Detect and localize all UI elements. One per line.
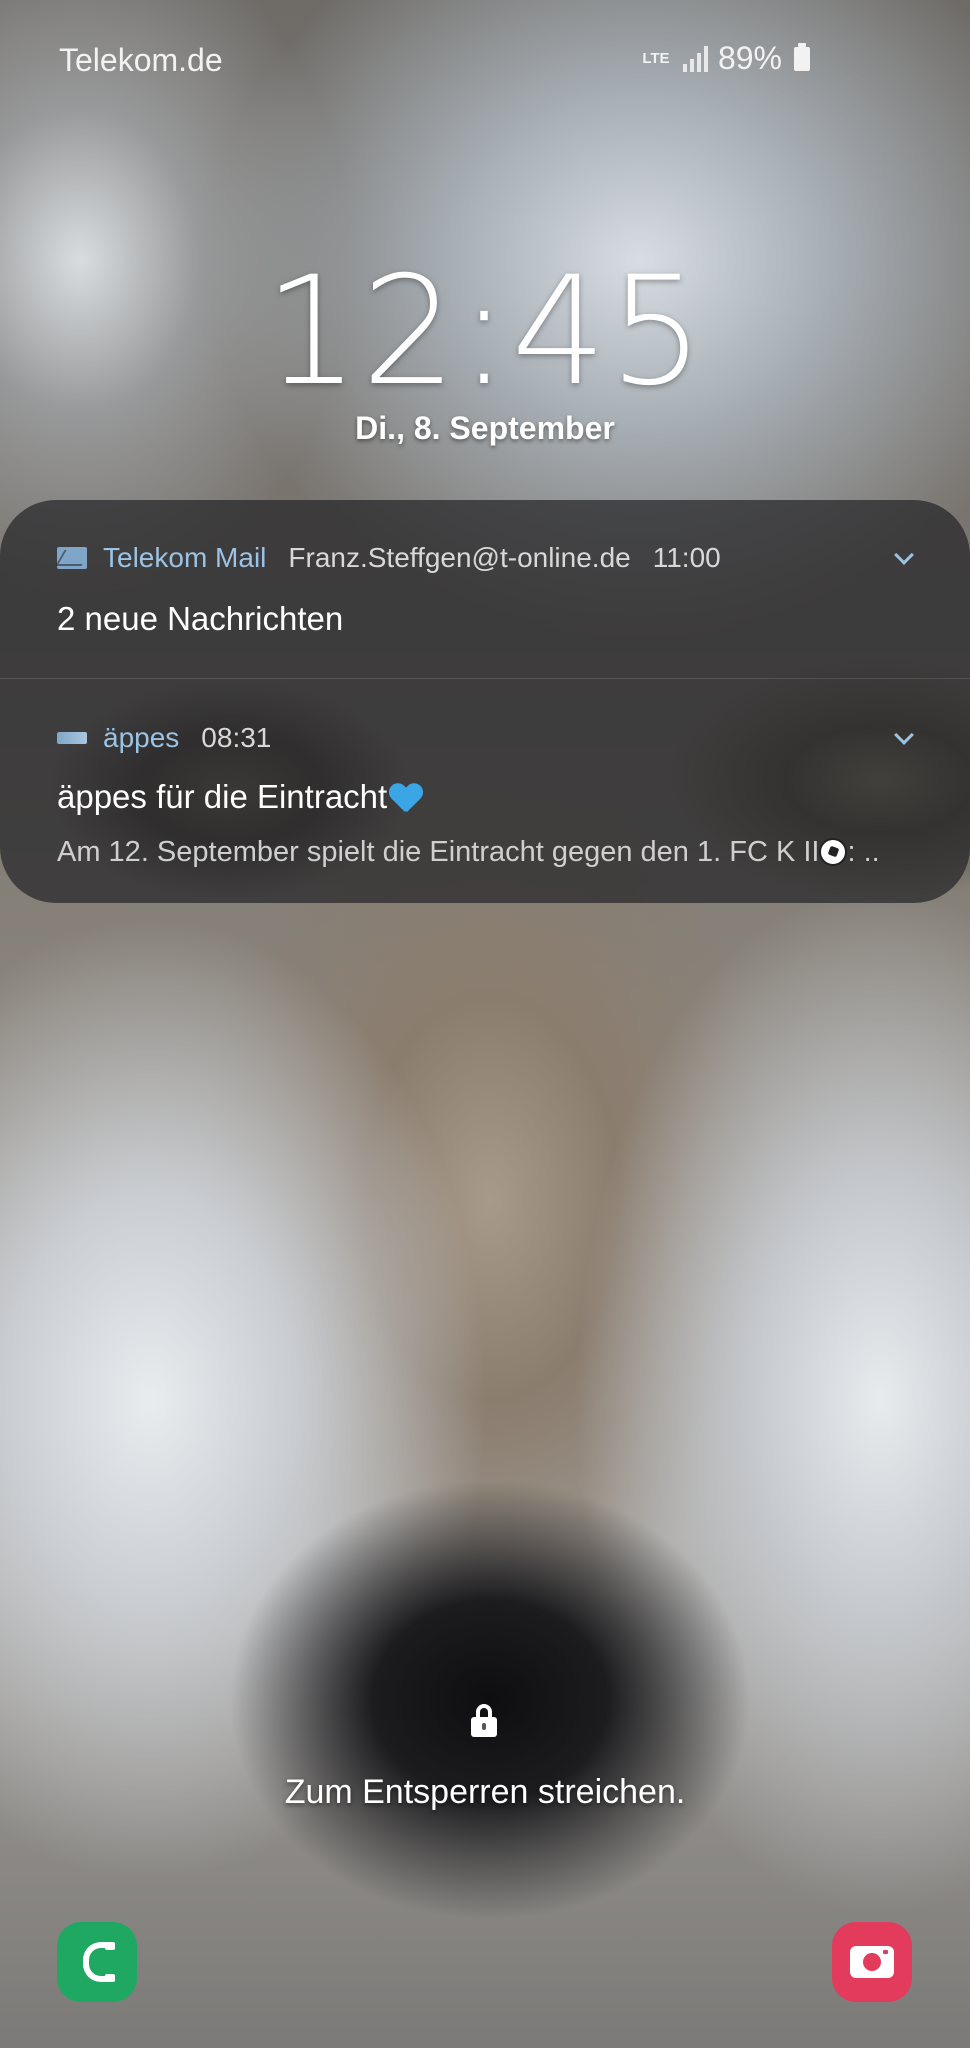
notification-title-text: äppes für die Eintracht	[57, 778, 388, 815]
notification-header: Telekom Mail Franz.Steffgen@t-online.de …	[57, 542, 721, 574]
soccer-ball-icon	[819, 838, 848, 866]
status-icons: LTE 89%	[639, 40, 810, 77]
notification-panel: Telekom Mail Franz.Steffgen@t-online.de …	[0, 500, 970, 903]
lock-icon	[471, 1704, 497, 1737]
mail-icon	[57, 547, 87, 569]
notification-time: 08:31	[201, 722, 272, 753]
lock-screen[interactable]: Telekom.de LTE 89% 12:45 Di., 8. Septemb…	[0, 0, 970, 2048]
notification-body-text: Am 12. September spielt die Eintracht ge…	[57, 836, 820, 868]
unlock-hint: Zum Entsperren streichen.	[284, 1773, 686, 1811]
phone-shortcut-button[interactable]	[57, 1922, 137, 2002]
notification-body-suffix: : ..	[847, 836, 880, 868]
blue-heart-icon	[389, 782, 423, 812]
notification-body: Am 12. September spielt die Eintracht ge…	[57, 836, 917, 869]
chevron-down-icon[interactable]	[893, 548, 913, 568]
clock: 12:45	[263, 245, 707, 419]
phone-icon	[83, 1942, 115, 1982]
account-name: Franz.Steffgen@t-online.de	[288, 542, 631, 573]
app-name: Telekom Mail	[103, 542, 267, 573]
notification-time: 11:00	[652, 542, 721, 573]
camera-shortcut-button[interactable]	[832, 1922, 912, 2002]
notification-header: äppes 08:31	[57, 722, 271, 754]
status-bar: Telekom.de LTE 89%	[0, 0, 970, 120]
notification-title: äppes für die Eintracht	[57, 778, 423, 816]
camera-icon	[850, 1946, 894, 1978]
battery-percent: 89%	[717, 40, 782, 76]
divider	[0, 678, 970, 679]
date: Di., 8. September	[355, 410, 615, 446]
signal-icon	[682, 45, 708, 72]
app-name: äppes	[103, 722, 180, 753]
notification-appes[interactable]: äppes 08:31 äppes für die Eintracht Am 1…	[0, 680, 970, 903]
carrier-name: Telekom.de	[59, 42, 223, 78]
chevron-down-icon[interactable]	[893, 728, 913, 748]
battery-icon	[794, 42, 810, 71]
lte-indicator: LTE	[642, 50, 670, 67]
notification-title: 2 neue Nachrichten	[57, 600, 344, 637]
notification-telekom-mail[interactable]: Telekom Mail Franz.Steffgen@t-online.de …	[0, 500, 970, 678]
appes-icon	[57, 732, 87, 744]
